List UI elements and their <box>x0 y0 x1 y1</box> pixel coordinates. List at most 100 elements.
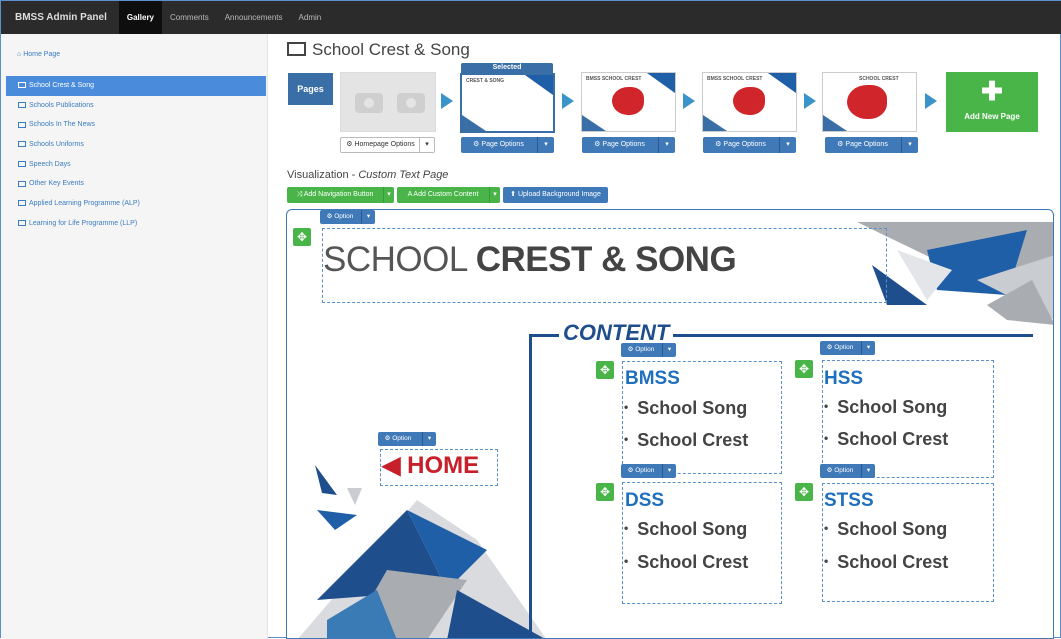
visualization-label: Visualization - <box>287 169 359 181</box>
add-new-page-label: Add New Page <box>964 112 1020 121</box>
add-new-page-button[interactable]: ✚ Add New Page <box>946 72 1038 132</box>
chevron-down-icon[interactable]: ▾ <box>361 210 375 224</box>
nav-comments[interactable]: Comments <box>162 1 217 34</box>
page-options-button-2[interactable]: ⚙ Page Options ▾ <box>582 137 675 153</box>
chevron-down-icon[interactable]: ▾ <box>861 341 875 355</box>
image-icon <box>18 141 26 148</box>
homepage-thumbnail[interactable] <box>340 72 436 132</box>
thumb-decoration <box>703 115 727 131</box>
move-icon[interactable]: ✥ <box>795 360 813 378</box>
hss-option-button[interactable]: ⚙ Option ▾ <box>820 341 875 355</box>
chevron-down-icon[interactable]: ▾ <box>537 137 554 153</box>
nav-admin[interactable]: Admin <box>291 1 330 34</box>
bmss-school-crest[interactable]: School Crest <box>624 430 748 451</box>
thumb-title: BMSS SCHOOL CREST <box>586 76 642 82</box>
page-title: School Crest & Song <box>287 40 470 60</box>
page-options-button-3[interactable]: ⚙ Page Options ▾ <box>703 137 796 153</box>
school-name-stss: STSS <box>824 490 874 511</box>
chevron-down-icon[interactable]: ▾ <box>861 464 875 478</box>
sidebar: ⌂ Home Page School Crest & Song Schools … <box>1 34 268 639</box>
chevron-down-icon[interactable]: ▾ <box>489 187 500 203</box>
hss-school-song[interactable]: School Song <box>824 397 947 418</box>
plus-icon: ✚ <box>981 76 1003 106</box>
chevron-down-icon[interactable]: ▾ <box>658 137 675 153</box>
home-option-button[interactable]: ⚙ Option ▾ <box>378 432 436 446</box>
page-thumbnail-2[interactable]: BMSS SCHOOL CREST <box>581 72 676 132</box>
image-icon <box>18 82 26 89</box>
option-label: Option <box>334 213 354 220</box>
chevron-down-icon[interactable]: ▾ <box>662 343 676 357</box>
chevron-down-icon[interactable]: ▾ <box>383 187 394 203</box>
upload-background-button[interactable]: ⬆ Upload Background Image <box>503 187 608 203</box>
add-custom-content-button[interactable]: A Add Custom Content ▾ <box>397 187 500 203</box>
chevron-down-icon[interactable]: ▾ <box>779 137 796 153</box>
sidebar-item-key-events[interactable]: Other Key Events <box>6 174 266 194</box>
dss-option-button[interactable]: ⚙ Option ▾ <box>621 464 676 478</box>
thumb-title: SCHOOL CREST <box>859 76 899 82</box>
arrow-right-icon <box>562 93 574 109</box>
option-label: Option <box>834 467 854 474</box>
page-thumbnail-1[interactable]: CREST & SONG <box>460 73 555 133</box>
page-thumbnail-4[interactable]: SCHOOL CREST <box>822 72 917 132</box>
gallery-icon <box>287 42 306 56</box>
image-icon <box>18 101 26 108</box>
chevron-down-icon[interactable]: ▾ <box>422 432 436 446</box>
move-icon[interactable]: ✥ <box>596 361 614 379</box>
visualization-mode: Custom Text Page <box>358 169 449 181</box>
chevron-down-icon[interactable]: ▾ <box>662 464 676 478</box>
nav-announcements[interactable]: Announcements <box>217 1 291 34</box>
chevron-down-icon[interactable]: ▾ <box>419 138 434 152</box>
page-thumbnail-3[interactable]: BMSS SCHOOL CREST <box>702 72 797 132</box>
sidebar-item-llp[interactable]: Learning for Life Programme (LLP) <box>6 214 266 234</box>
canvas-title: SCHOOL CREST & SONG <box>323 240 737 280</box>
move-icon[interactable]: ✥ <box>596 483 614 501</box>
crest-image <box>612 87 644 115</box>
stss-option-button[interactable]: ⚙ Option ▾ <box>820 464 875 478</box>
sidebar-item-crest-song[interactable]: School Crest & Song <box>6 76 266 96</box>
stss-school-song[interactable]: School Song <box>824 519 947 540</box>
page-options-label: Page Options <box>602 141 645 148</box>
option-label: Option <box>635 467 655 474</box>
bmss-option-button[interactable]: ⚙ Option ▾ <box>621 343 676 357</box>
title-option-button[interactable]: ⚙ Option ▾ <box>320 210 375 224</box>
add-navigation-button[interactable]: ⤨ Add Navigation Button ▾ <box>287 187 394 203</box>
page-options-label: Page Options <box>723 141 766 148</box>
arrow-right-icon <box>804 93 816 109</box>
arrow-right-icon <box>683 93 695 109</box>
page-options-button-1[interactable]: ⚙ Page Options ▾ <box>461 137 554 153</box>
homepage-options-button[interactable]: ⚙ Homepage Options ▾ <box>340 137 435 153</box>
sidebar-item-label: Schools Uniforms <box>29 141 84 149</box>
sidebar-list: School Crest & Song Schools Publications… <box>6 76 266 234</box>
camera-icon <box>355 93 383 113</box>
visualization-heading: Visualization - Custom Text Page <box>287 169 448 181</box>
sidebar-home-link[interactable]: ⌂ Home Page <box>17 51 60 58</box>
chevron-down-icon[interactable]: ▾ <box>901 137 918 153</box>
sidebar-item-publications[interactable]: Schools Publications <box>6 96 266 116</box>
sidebar-item-news[interactable]: Schools In The News <box>6 115 266 135</box>
hss-school-crest[interactable]: School Crest <box>824 429 948 450</box>
dss-school-crest[interactable]: School Crest <box>624 552 748 573</box>
crest-image <box>847 85 887 119</box>
pages-button[interactable]: Pages <box>288 73 333 105</box>
thumb-decoration <box>525 75 553 95</box>
image-icon <box>18 121 26 128</box>
nav-gallery[interactable]: Gallery <box>118 1 163 34</box>
move-icon[interactable]: ✥ <box>795 483 813 501</box>
dss-school-song[interactable]: School Song <box>624 519 747 540</box>
sidebar-item-alp[interactable]: Applied Learning Programme (ALP) <box>6 194 266 214</box>
school-name-dss: DSS <box>625 490 665 511</box>
sidebar-item-speech-days[interactable]: Speech Days <box>6 155 266 175</box>
thumb-decoration <box>582 115 606 131</box>
brand-title[interactable]: BMSS Admin Panel <box>1 12 119 23</box>
move-icon[interactable]: ✥ <box>293 228 311 246</box>
bmss-school-song[interactable]: School Song <box>624 398 747 419</box>
sidebar-item-uniforms[interactable]: Schools Uniforms <box>6 135 266 155</box>
page-options-label: Page Options <box>845 141 888 148</box>
home-nav-button[interactable]: ◀ HOME <box>382 451 479 480</box>
add-content-label: Add Custom Content <box>413 191 479 198</box>
stss-school-crest[interactable]: School Crest <box>824 552 948 573</box>
sidebar-item-label: Schools Publications <box>29 101 94 109</box>
arrow-right-icon <box>441 93 453 109</box>
page-options-button-4[interactable]: ⚙ Page Options ▾ <box>825 137 918 153</box>
school-name-hss: HSS <box>824 368 864 389</box>
